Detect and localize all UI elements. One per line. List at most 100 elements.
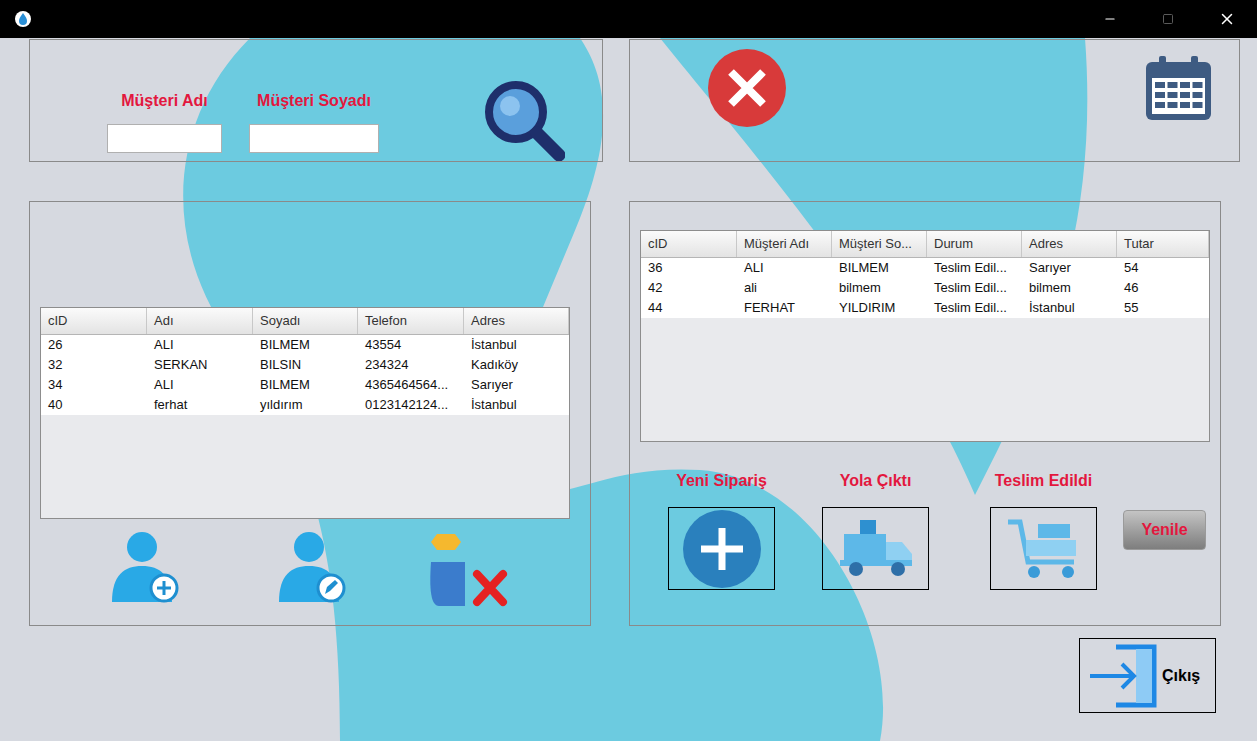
- table-cell: İstanbul: [464, 335, 569, 355]
- field-label: Müşteri Adı: [121, 92, 208, 110]
- action-button[interactable]: [990, 507, 1097, 590]
- table-cell: 34: [41, 375, 147, 395]
- table-cell: 43554: [358, 335, 464, 355]
- table-cell: 40: [41, 395, 147, 415]
- column-header[interactable]: Adres: [1022, 231, 1117, 257]
- table-cell: ALI: [737, 258, 832, 278]
- table-row[interactable]: 42alibilmemTeslim Edil...bilmem46: [641, 278, 1209, 298]
- table-cell: 36: [641, 258, 737, 278]
- table-cell: Sarıyer: [1022, 258, 1117, 278]
- table-cell: BILMEM: [253, 375, 358, 395]
- order-action: Yola Çıktı: [822, 471, 929, 590]
- table-row[interactable]: 40ferhatyıldırım0123142124...İstanbul: [41, 395, 569, 415]
- orders-panel: cIDMüşteri AdıMüşteri So...DurumAdresTut…: [629, 201, 1221, 626]
- search-icon[interactable]: [480, 76, 565, 161]
- cancel-icon[interactable]: [707, 48, 787, 128]
- close-button[interactable]: [1197, 10, 1257, 28]
- order-action: Yeni Sipariş: [668, 471, 775, 590]
- action-label: Yeni Sipariş: [676, 471, 767, 491]
- column-header[interactable]: Durum: [927, 231, 1022, 257]
- add-user-icon[interactable]: [110, 530, 185, 608]
- table-row[interactable]: 36ALIBILMEMTeslim Edil...Sarıyer54: [641, 258, 1209, 278]
- table-cell: BILMEM: [832, 258, 927, 278]
- minimize-icon[interactable]: [1103, 12, 1117, 26]
- column-header[interactable]: cID: [41, 308, 147, 334]
- column-header[interactable]: cID: [641, 231, 737, 257]
- action-button[interactable]: [822, 507, 929, 590]
- column-header[interactable]: Adı: [147, 308, 253, 334]
- table-cell: Teslim Edil...: [927, 298, 1022, 318]
- table-row[interactable]: 26ALIBILMEM43554İstanbul: [41, 335, 569, 355]
- orders-table: cIDMüşteri AdıMüşteri So...DurumAdresTut…: [640, 230, 1210, 442]
- action-button[interactable]: [668, 507, 775, 590]
- customers-panel: cIDAdıSoyadıTelefonAdres26ALIBILMEM43554…: [29, 201, 591, 626]
- table-cell: ALI: [147, 375, 253, 395]
- customers-table: cIDAdıSoyadıTelefonAdres26ALIBILMEM43554…: [40, 307, 570, 519]
- search-field: Müşteri Adı: [107, 92, 222, 153]
- table-cell: bilmem: [1022, 278, 1117, 298]
- table-row[interactable]: 34ALIBILMEM4365464564...Sarıyer: [41, 375, 569, 395]
- refresh-button[interactable]: Yenile: [1123, 510, 1206, 550]
- table-row[interactable]: 44FERHATYILDIRIMTeslim Edil...İstanbul55: [641, 298, 1209, 318]
- column-header[interactable]: Müşteri So...: [832, 231, 927, 257]
- table-header: cIDMüşteri AdıMüşteri So...DurumAdresTut…: [641, 231, 1209, 258]
- table-cell: BILSIN: [253, 355, 358, 375]
- tools-panel: [629, 39, 1240, 162]
- table-header: cIDAdıSoyadıTelefonAdres: [41, 308, 569, 335]
- table-cell: 234324: [358, 355, 464, 375]
- app-icon: [14, 10, 32, 28]
- search-field: Müşteri Soyadı: [249, 92, 379, 153]
- table-cell: Kadıköy: [464, 355, 569, 375]
- cart-icon: [1004, 516, 1084, 582]
- table-row[interactable]: 32SERKANBILSIN234324Kadıköy: [41, 355, 569, 375]
- table-cell: 4365464564...: [358, 375, 464, 395]
- exit-door-icon: [1088, 643, 1160, 709]
- plus-icon: [681, 508, 763, 590]
- table-cell: 46: [1117, 278, 1209, 298]
- table-cell: 42: [641, 278, 737, 298]
- edit-user-icon[interactable]: [277, 530, 352, 608]
- search-panel: Müşteri Adı Müşteri Soyadı: [29, 39, 603, 162]
- table-cell: YILDIRIM: [832, 298, 927, 318]
- table-cell: ALI: [147, 335, 253, 355]
- exit-label: Çıkış: [1162, 664, 1200, 688]
- delete-user-icon[interactable]: [425, 530, 508, 608]
- order-action: Teslim Edildi: [990, 471, 1097, 590]
- app-window: Müşteri AdıMüşteri SoyadıcIDAdıSoyadıTel…: [0, 0, 1257, 741]
- table-cell: 55: [1117, 298, 1209, 318]
- truck-icon: [836, 516, 916, 582]
- exit-button[interactable]: Çıkış: [1079, 638, 1216, 713]
- table-cell: BILMEM: [253, 335, 358, 355]
- table-cell: ferhat: [147, 395, 253, 415]
- table-cell: İstanbul: [1022, 298, 1117, 318]
- close-icon[interactable]: [1218, 10, 1236, 28]
- table-cell: bilmem: [832, 278, 927, 298]
- maximize-button[interactable]: [1139, 13, 1197, 25]
- table-cell: FERHAT: [737, 298, 832, 318]
- column-header[interactable]: Telefon: [358, 308, 464, 334]
- table-cell: 26: [41, 335, 147, 355]
- column-header[interactable]: Tutar: [1117, 231, 1209, 257]
- calendar-icon[interactable]: [1144, 54, 1213, 123]
- table-cell: SERKAN: [147, 355, 253, 375]
- table-cell: 54: [1117, 258, 1209, 278]
- table-cell: Teslim Edil...: [927, 258, 1022, 278]
- column-header[interactable]: Adres: [464, 308, 569, 334]
- table-cell: ali: [737, 278, 832, 298]
- table-cell: Sarıyer: [464, 375, 569, 395]
- table-cell: Teslim Edil...: [927, 278, 1022, 298]
- table-cell: 32: [41, 355, 147, 375]
- table-cell: 44: [641, 298, 737, 318]
- text-input[interactable]: [107, 124, 222, 153]
- action-label: Teslim Edildi: [995, 471, 1093, 491]
- table-cell: İstanbul: [464, 395, 569, 415]
- table-cell: 0123142124...: [358, 395, 464, 415]
- text-input[interactable]: [249, 124, 379, 153]
- column-header[interactable]: Müşteri Adı: [737, 231, 832, 257]
- column-header[interactable]: Soyadı: [253, 308, 358, 334]
- table-cell: yıldırım: [253, 395, 358, 415]
- field-label: Müşteri Soyadı: [257, 92, 371, 110]
- minimize-button[interactable]: [1081, 12, 1139, 26]
- title-bar: [0, 0, 1257, 38]
- maximize-icon[interactable]: [1162, 13, 1174, 25]
